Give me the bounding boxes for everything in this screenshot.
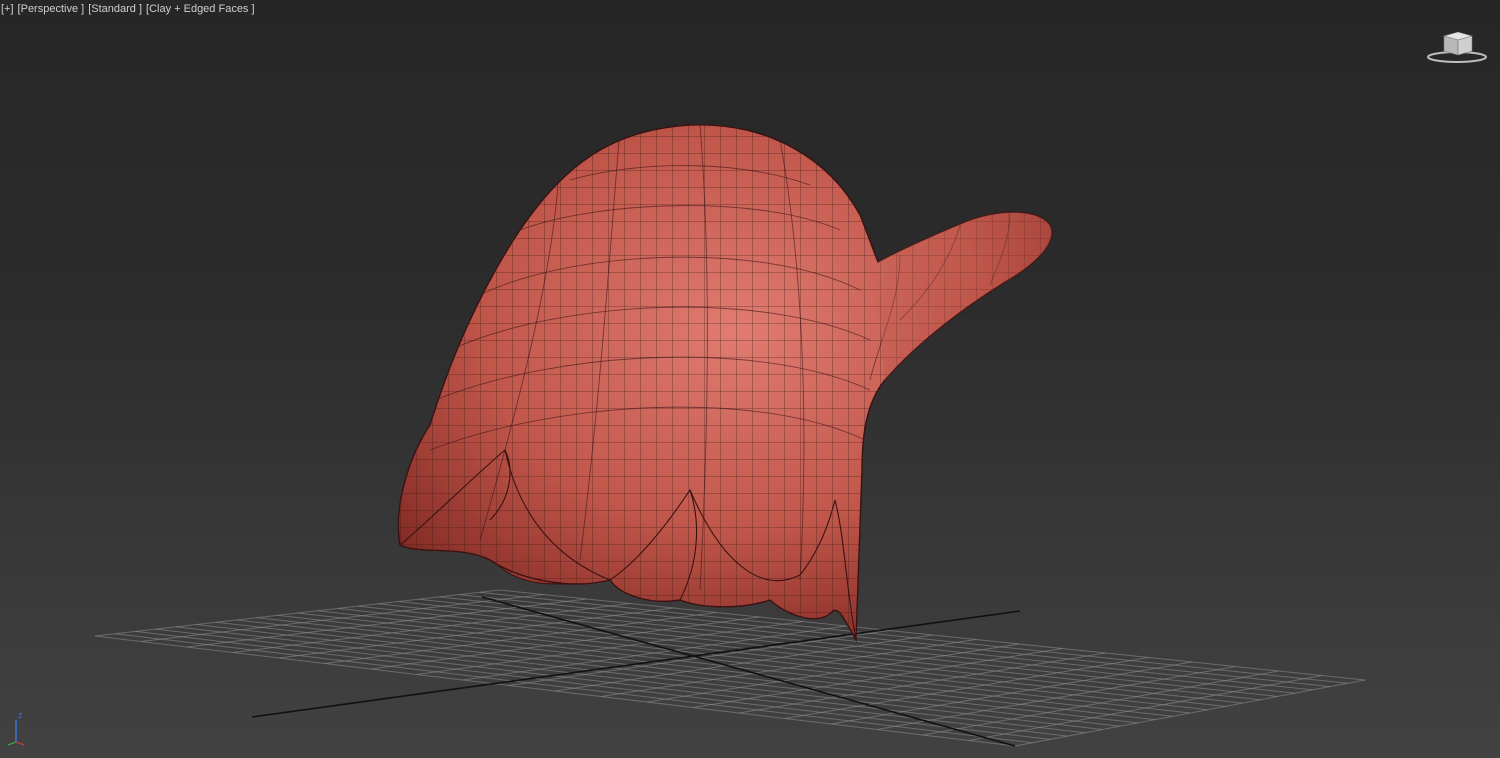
grid-line: [479, 591, 1348, 684]
mesh-horn: [878, 212, 1052, 380]
grid-line: [876, 666, 1236, 730]
viewcube-icon[interactable]: [1426, 28, 1488, 64]
grid-line: [1014, 679, 1366, 747]
home-grid: [94, 589, 1366, 747]
grid-line: [922, 670, 1279, 736]
grid-line: [499, 589, 1366, 681]
perspective-viewport[interactable]: [+] [Perspective ] [Standard ] [Clay + E…: [0, 0, 1500, 758]
scene-canvas[interactable]: [0, 0, 1500, 758]
ghost-mesh-model[interactable]: [380, 110, 1070, 650]
axis-tripod-icon: z: [7, 710, 25, 746]
grid-line: [968, 675, 1322, 741]
axis-z-label: z: [18, 710, 23, 720]
